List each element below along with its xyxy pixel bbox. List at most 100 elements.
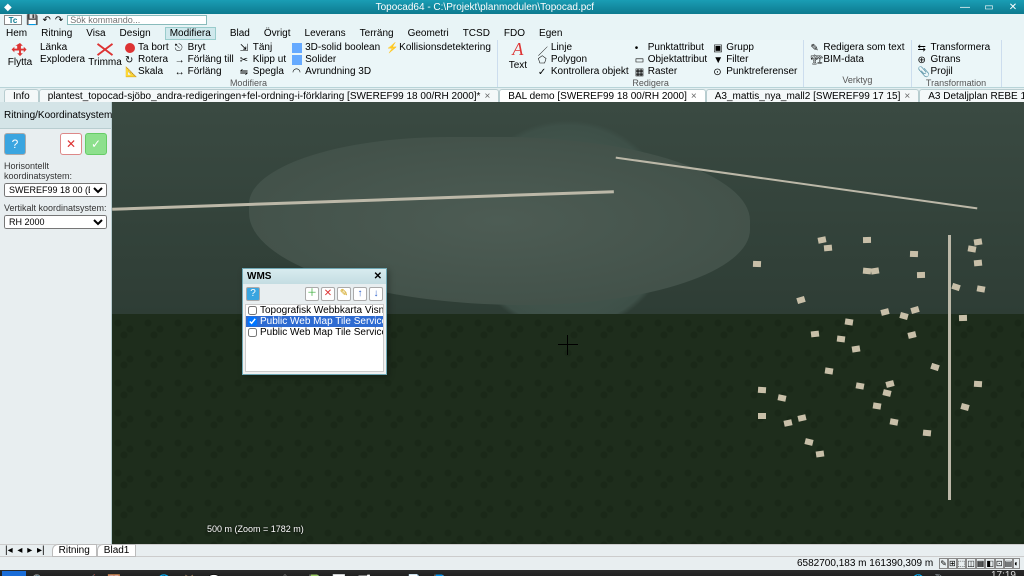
document-tab[interactable]: Info	[4, 89, 39, 102]
app-logo[interactable]: Tc	[4, 15, 22, 25]
command-search-input[interactable]	[67, 15, 207, 25]
cancel-button[interactable]: ✕	[60, 133, 82, 155]
transform-tool[interactable]: ⇆Transformera	[918, 42, 991, 53]
wms-layer-checkbox[interactable]	[248, 317, 257, 326]
wms-layer-row[interactable]: Public Web Map Tile Service (WMTS) Open.…	[246, 327, 383, 338]
qat-redo-icon[interactable]: ↷	[55, 15, 63, 26]
horizontal-crs-select[interactable]: SWEREF99 18 00 (EPSG: 3011)	[4, 183, 107, 197]
menu-terräng[interactable]: Terräng	[360, 28, 394, 39]
boolean-tool[interactable]: 3D-solid boolean	[292, 42, 380, 53]
taskbar-app[interactable]: 📘	[427, 571, 451, 576]
text-tool[interactable]: AText	[504, 42, 532, 68]
line-tool[interactable]: ／Linje	[538, 42, 629, 53]
menu-ritning[interactable]: Ritning	[41, 28, 72, 39]
wms-delete-button[interactable]: ✕	[321, 287, 335, 301]
taskbar-app[interactable]: 📑	[402, 571, 426, 576]
close-button[interactable]: ✕	[1006, 2, 1020, 13]
menu-fdo[interactable]: FDO	[504, 28, 525, 39]
nav-first-button[interactable]: |◂	[4, 545, 14, 556]
taskbar-app[interactable]: 📨	[252, 571, 276, 576]
menu-övrigt[interactable]: Övrigt	[264, 28, 291, 39]
taskbar-app[interactable]: 📂	[377, 571, 401, 576]
menu-hem[interactable]: Hem	[6, 28, 27, 39]
nav-last-button[interactable]: ▸|	[36, 545, 46, 556]
sheet-tab[interactable]: Ritning	[52, 544, 97, 557]
break-tool[interactable]: ⎋Bryt	[175, 42, 234, 53]
mirror-tool[interactable]: ⇋Spegla	[240, 66, 286, 77]
tab-close-icon[interactable]: ×	[484, 91, 490, 102]
round3d-tool[interactable]: ◠Avrundning 3D	[292, 66, 380, 77]
ok-button[interactable]: ✓	[85, 133, 107, 155]
group-tool[interactable]: ▣Grupp	[713, 42, 797, 53]
filter-tool[interactable]: ▼Filter	[713, 54, 797, 65]
vertical-crs-select[interactable]: RH 2000	[4, 215, 107, 229]
wms-movedown-button[interactable]: ↓	[369, 287, 383, 301]
qat-save-icon[interactable]: 💾	[26, 15, 38, 26]
status-toggle[interactable]: ✎	[939, 558, 948, 569]
scale-tool[interactable]: 📐Skala	[125, 66, 169, 77]
map-viewport[interactable]: 500 m (Zoom = 1782 m) WMS ✕ ? ＋ ✕ ✎ ↑ ↓ …	[112, 102, 1024, 544]
taskbar-app[interactable]: ⊞	[2, 571, 26, 576]
wms-dialog-header[interactable]: WMS ✕	[243, 269, 386, 284]
wms-layer-checkbox[interactable]	[248, 328, 257, 337]
bim-data-tool[interactable]: 🏗BIM-data	[810, 54, 904, 65]
taskbar-app[interactable]: 🛒	[77, 571, 101, 576]
extend-to-tool[interactable]: →Förläng till	[175, 54, 234, 65]
solids-tool[interactable]: Solider	[292, 54, 380, 65]
system-clock[interactable]: 17:192017-05-03	[965, 571, 1016, 576]
taskbar-app[interactable]: 🔍	[27, 571, 51, 576]
document-tab[interactable]: plantest_topocad-sjöbo_andra-redigeringe…	[39, 89, 500, 102]
help-button[interactable]: ?	[4, 133, 26, 155]
rotate-tool[interactable]: ↻Rotera	[125, 54, 169, 65]
menu-geometri[interactable]: Geometri	[408, 28, 449, 39]
minimize-button[interactable]: —	[958, 2, 972, 13]
taskbar-app[interactable]: 📊	[327, 571, 351, 576]
taskbar-app[interactable]: 💬	[202, 571, 226, 576]
taskbar-app[interactable]: 🗂	[352, 571, 376, 576]
move-tool[interactable]: Flytta	[6, 42, 34, 68]
delete-tool[interactable]: Ta bort	[125, 42, 169, 53]
link-tool[interactable]: Länka	[40, 42, 85, 53]
menu-leverans[interactable]: Leverans	[305, 28, 346, 39]
taskbar-app[interactable]: 🦊	[177, 571, 201, 576]
taskbar-app[interactable]: 🌐	[152, 571, 176, 576]
status-toggle[interactable]: ▦	[976, 558, 986, 569]
menu-blad[interactable]: Blad	[230, 28, 250, 39]
tab-close-icon[interactable]: ×	[904, 91, 910, 102]
check-object-tool[interactable]: ✓Kontrollera objekt	[538, 66, 629, 77]
wms-close-button[interactable]: ✕	[374, 271, 382, 282]
document-tab[interactable]: A3 Detaljplan REBE 1w [Lokalt]×	[919, 89, 1024, 102]
taskbar-app[interactable]: 📗	[302, 571, 326, 576]
document-tab[interactable]: BAL demo [SWEREF99 18 00/RH 2000]×	[499, 89, 705, 102]
document-tab[interactable]: A3_mattis_nya_mall2 [SWEREF99 17 15]×	[706, 89, 920, 102]
status-toggle[interactable]: ◐	[1013, 558, 1020, 569]
maximize-button[interactable]: ▭	[982, 2, 996, 13]
status-toggle[interactable]: ◧	[985, 558, 995, 569]
stretch-tool[interactable]: ⇲Tänj	[240, 42, 286, 53]
taskbar-app[interactable]: 🪟	[102, 571, 126, 576]
status-toggle[interactable]: ⊡	[995, 558, 1004, 569]
menu-modifiera[interactable]: Modifiera	[165, 27, 216, 40]
wms-layer-checkbox[interactable]	[248, 306, 257, 315]
collision-tool[interactable]: ⚡Kollisionsdetektering	[386, 42, 491, 53]
wms-moveup-button[interactable]: ↑	[353, 287, 367, 301]
menu-visa[interactable]: Visa	[86, 28, 105, 39]
projil-tool[interactable]: 📎Projil	[918, 66, 991, 77]
polygon-tool[interactable]: ⬠Polygon	[538, 54, 629, 65]
taskbar-app[interactable]: 📁	[52, 571, 76, 576]
wms-edit-button[interactable]: ✎	[337, 287, 351, 301]
gtrans-tool[interactable]: ⊕Gtrans	[918, 54, 991, 65]
menu-design[interactable]: Design	[120, 28, 151, 39]
sheet-tab[interactable]: Blad1	[97, 544, 137, 557]
qat-undo-icon[interactable]: ↶	[42, 15, 50, 26]
taskbar-app[interactable]: e	[127, 571, 151, 576]
wms-layer-row[interactable]: Topografisk Webbkarta Visning, CCBY	[246, 305, 383, 316]
wms-help-button[interactable]: ?	[246, 287, 260, 301]
wms-layer-row[interactable]: Public Web Map Tile Service (WMTS) Bing …	[246, 316, 383, 327]
taskbar-app[interactable]: 📧	[227, 571, 251, 576]
object-attr-tool[interactable]: ▭Objektattribut	[635, 54, 707, 65]
point-attr-tool[interactable]: •Punktattribut	[635, 42, 707, 53]
trim-tool[interactable]: Trimma	[91, 42, 119, 68]
cut-tool[interactable]: ✂Klipp ut	[240, 54, 286, 65]
raster-tool[interactable]: ▦Raster	[635, 66, 707, 77]
